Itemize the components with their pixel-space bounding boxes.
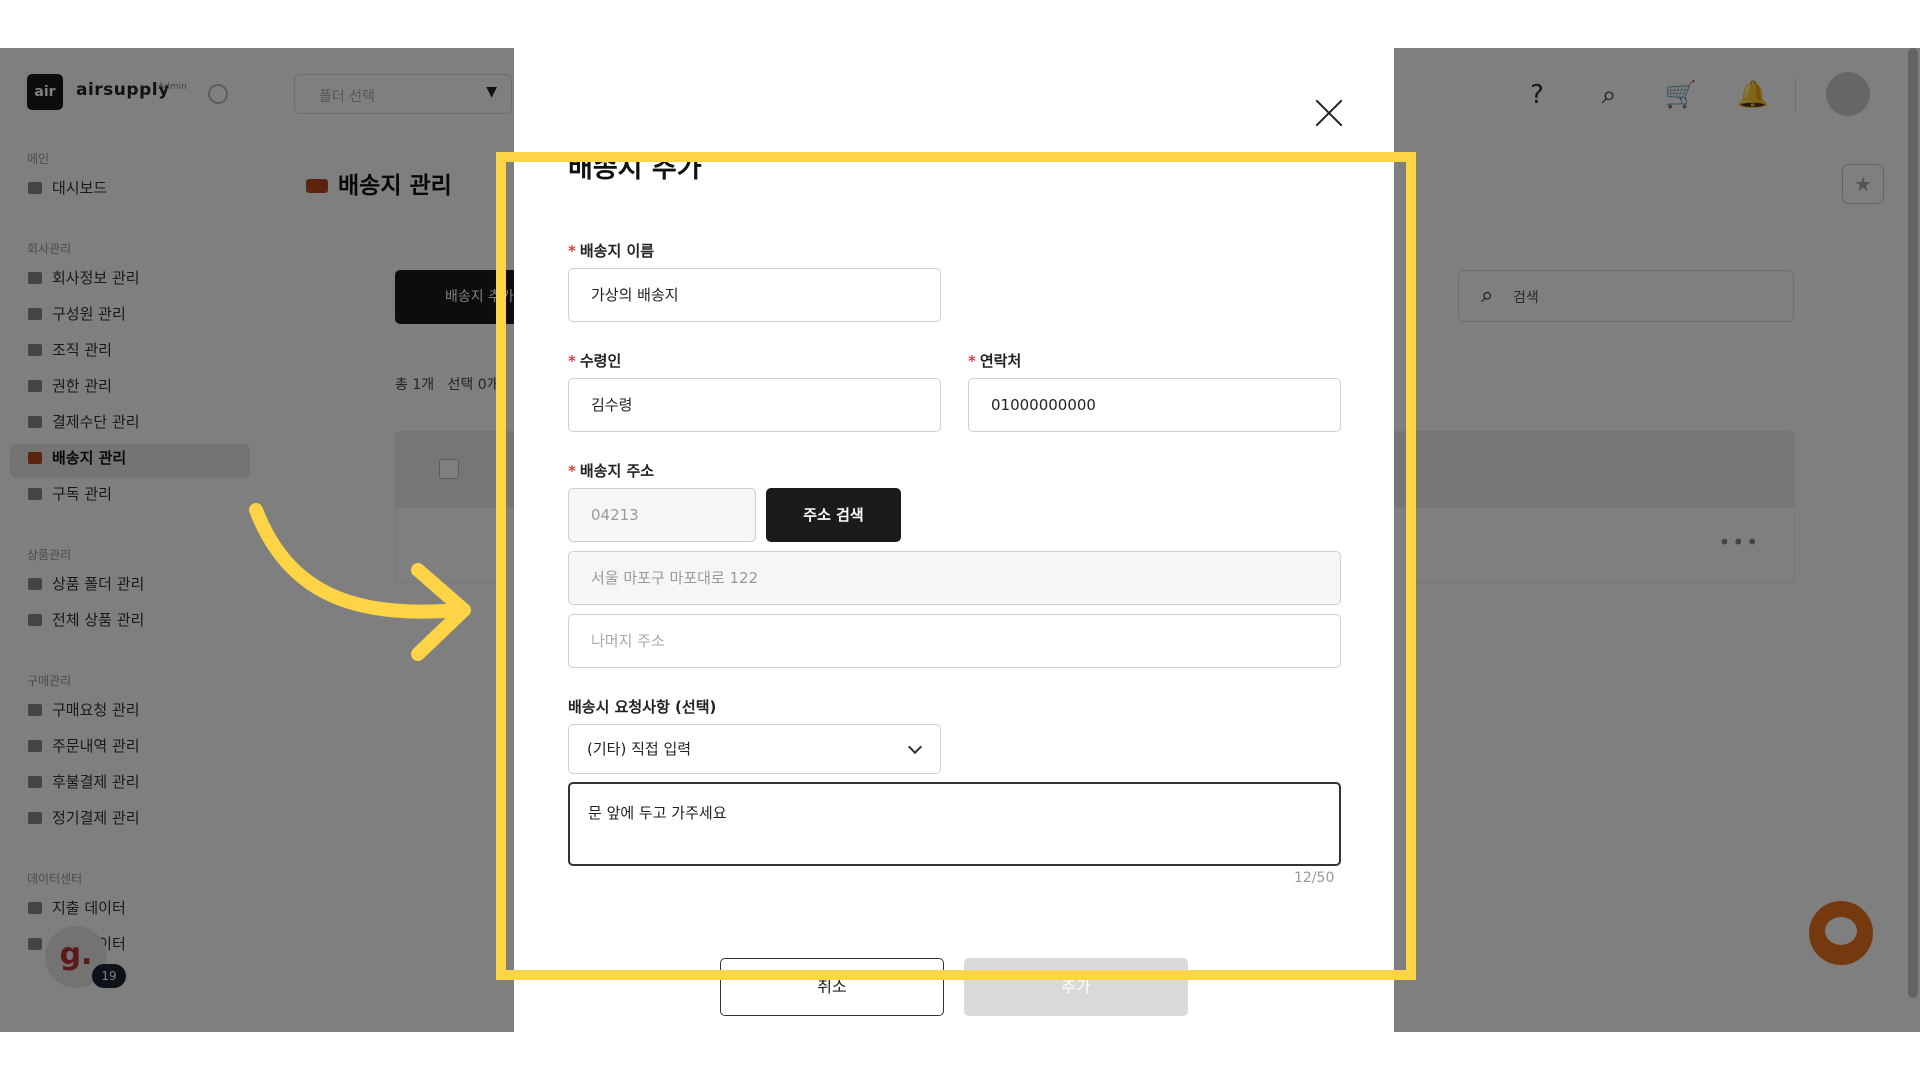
arrow-icon (249, 503, 471, 661)
screen: air airsupply Admin 폴더 선택 ▼ ? ⌕ 🛒 🔔 메인 대… (0, 48, 1920, 1032)
close-icon[interactable] (1314, 98, 1344, 128)
highlight-frame (496, 152, 1416, 980)
